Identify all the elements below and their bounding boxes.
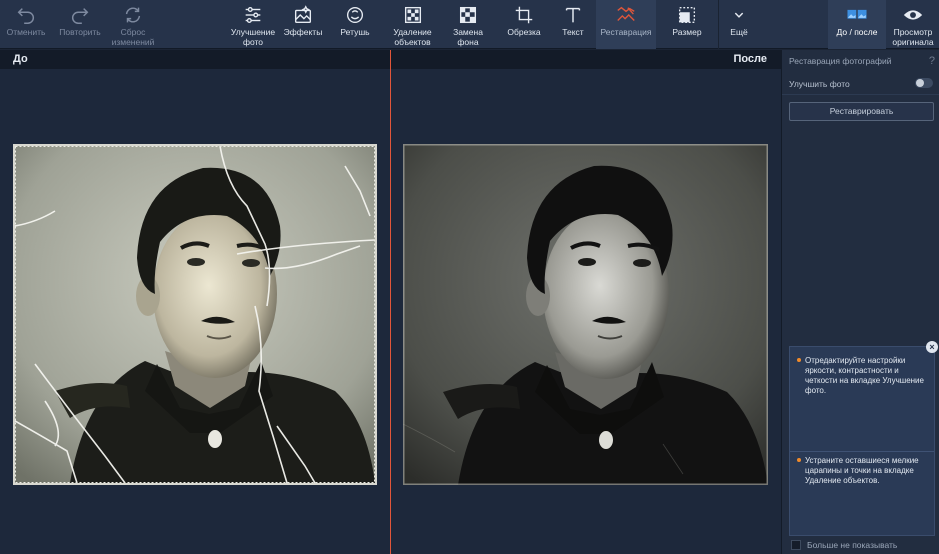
close-icon[interactable]: ×: [926, 341, 938, 353]
tab-object-removal[interactable]: Удаление объектов: [385, 0, 440, 49]
after-label: После: [733, 53, 767, 65]
redo-icon: [72, 8, 89, 24]
eye-icon: [903, 10, 923, 20]
sliders-icon: [245, 6, 261, 24]
before-after-button[interactable]: До / после: [828, 0, 886, 49]
dont-show-again: Больше не показывать: [791, 540, 897, 550]
tab-text-label: Текст: [562, 27, 584, 37]
compare-divider-handle[interactable]: [390, 50, 391, 554]
before-label: До: [13, 53, 28, 65]
restore-button[interactable]: Реставрировать: [789, 102, 934, 121]
effects-icon: [294, 5, 312, 24]
reset-label: Сброс изменений: [111, 27, 155, 47]
view-original-label: Просмотр оригинала: [892, 27, 934, 47]
tip-item: Устраните оставшиеся мелкие царапины и т…: [790, 451, 934, 486]
tip-text: Устраните оставшиеся мелкие царапины и т…: [805, 456, 919, 485]
resize-icon: [678, 6, 696, 24]
panel-divider: [782, 94, 939, 95]
text-icon: [565, 7, 581, 23]
undo-button[interactable]: Отменить: [2, 0, 50, 49]
before-after-icon: [847, 9, 867, 19]
retouch-face-icon: [346, 6, 364, 24]
toggle-knob: [916, 79, 924, 87]
enhance-photo-label: Улучшить фото: [789, 79, 850, 89]
redo-button[interactable]: Повторить: [55, 0, 105, 49]
restoration-panel: Реставрация фотографий ? Улучшить фото Р…: [781, 50, 939, 554]
tab-bg-replace[interactable]: Замена фона: [444, 0, 492, 49]
tab-restoration[interactable]: Реставрация: [596, 0, 656, 49]
chevron-down-icon: [734, 12, 744, 18]
tab-restoration-label: Реставрация: [600, 27, 652, 37]
reset-icon: [125, 7, 141, 23]
tab-effects[interactable]: Эффекты: [280, 0, 326, 49]
tab-effects-label: Эффекты: [283, 27, 323, 37]
tab-retouch-label: Ретушь: [340, 27, 370, 37]
tab-resize[interactable]: Размер: [661, 0, 713, 49]
tab-text[interactable]: Текст: [551, 0, 595, 49]
more-button[interactable]: Ещё: [722, 0, 756, 49]
dont-show-checkbox[interactable]: [791, 540, 801, 550]
tab-bg-replace-label: Замена фона: [453, 27, 483, 47]
object-removal-icon: [404, 6, 421, 24]
crop-icon: [515, 6, 533, 24]
tip-item: Отредактируйте настройки яркости, контра…: [790, 356, 934, 396]
dont-show-label: Больше не показывать: [807, 540, 898, 550]
undo-icon: [17, 8, 34, 24]
help-icon[interactable]: ?: [929, 55, 935, 67]
panel-title: Реставрация фотографий: [789, 56, 892, 66]
redo-label: Повторить: [59, 27, 101, 37]
tab-enhance[interactable]: Улучшение фото: [226, 0, 280, 49]
toolbar: Отменить Повторить Сброс изменений Улучш…: [0, 0, 939, 49]
tips-box: × Отредактируйте настройки яркости, конт…: [789, 341, 938, 536]
more-label: Ещё: [730, 27, 748, 37]
toolbar-separator: [718, 0, 719, 49]
bullet-icon: [797, 358, 801, 362]
tab-retouch[interactable]: Ретушь: [331, 0, 379, 49]
background-replace-icon: [459, 6, 477, 24]
tab-enhance-label: Улучшение фото: [230, 27, 276, 47]
before-photo: [13, 144, 377, 485]
reset-button[interactable]: Сброс изменений: [108, 0, 158, 49]
before-after-label: До / после: [836, 27, 878, 37]
tip-text: Отредактируйте настройки яркости, контра…: [805, 356, 924, 395]
enhance-photo-toggle[interactable]: [915, 78, 933, 88]
restoration-icon: [617, 6, 635, 21]
view-original-button[interactable]: Просмотр оригинала: [888, 0, 938, 49]
tab-crop[interactable]: Обрезка: [501, 0, 547, 49]
undo-label: Отменить: [6, 27, 46, 37]
tab-crop-label: Обрезка: [507, 27, 541, 37]
after-photo: [403, 144, 768, 485]
tab-resize-label: Размер: [672, 27, 702, 37]
tab-object-removal-label: Удаление объектов: [393, 27, 432, 47]
bullet-icon: [797, 458, 801, 462]
